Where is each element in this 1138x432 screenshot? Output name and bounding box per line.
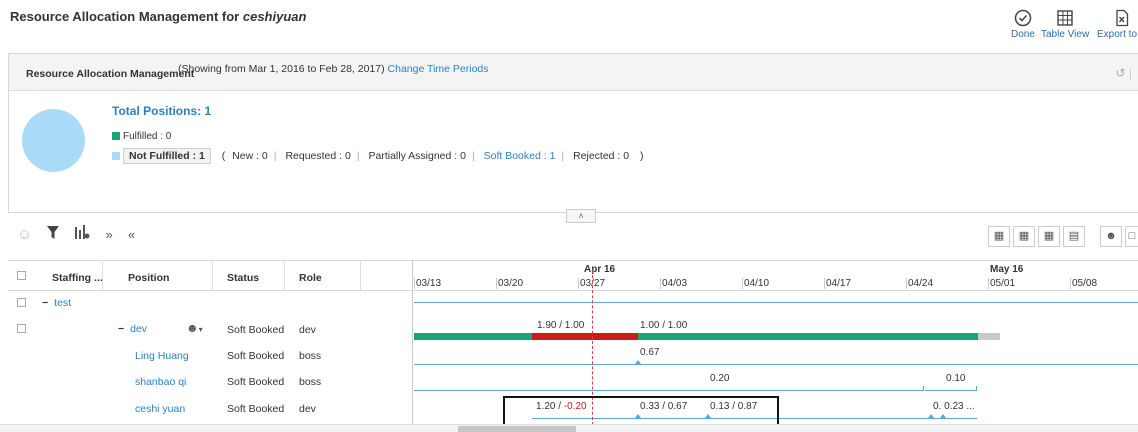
- add-resource-icon[interactable]: ☻▾: [186, 321, 203, 335]
- role-cell: boss: [299, 376, 322, 388]
- resource-name[interactable]: shanbao qi: [135, 376, 186, 388]
- table-view-label: Table View: [1041, 29, 1090, 40]
- sort-icon[interactable]: [74, 225, 90, 244]
- week-label: 03/13: [414, 278, 442, 289]
- collapse-row-icon[interactable]: −: [118, 323, 124, 335]
- row-checkbox[interactable]: [17, 298, 26, 307]
- status-cell: Soft Booked: [227, 376, 285, 388]
- allocation-value: 0. 0.23 ...: [933, 401, 975, 412]
- allocation-bar-unfilled: [978, 333, 1000, 340]
- range-text: (Showing from Mar 1, 2016 to Feb 28, 201…: [178, 63, 385, 75]
- new-count: New : 0: [232, 150, 268, 162]
- fulfilled-swatch: [112, 132, 120, 141]
- row-checkbox[interactable]: [17, 324, 26, 333]
- title-prefix: Resource Allocation Management for: [10, 9, 240, 24]
- done-label: Done: [1011, 29, 1035, 40]
- not-fulfilled-swatch: [112, 152, 120, 161]
- quarter-view-icon[interactable]: ▦: [1013, 226, 1035, 247]
- not-fulfilled-legend: Not Fulfilled : 1 ( New : 0 | Requested :…: [112, 148, 644, 164]
- position-name[interactable]: dev: [130, 323, 147, 335]
- allocation-value: 1.00 / 1.00: [640, 320, 688, 331]
- role-cell: dev: [299, 403, 316, 415]
- export-label: Export to E: [1097, 29, 1138, 40]
- person-view-icon[interactable]: ☻: [1100, 226, 1122, 247]
- month-label: Apr 16: [584, 264, 616, 275]
- close-paren: ): [640, 150, 644, 162]
- panel-header: Resource Allocation Management (Showing …: [9, 54, 1138, 91]
- page-title: Resource Allocation Management for ceshi…: [10, 9, 306, 24]
- export-button[interactable]: Export to E: [1097, 9, 1138, 40]
- expand-all-icon[interactable]: »: [106, 227, 113, 242]
- resource-name[interactable]: Ling Huang: [135, 350, 189, 362]
- week-label: 05/01: [988, 278, 1016, 289]
- grid-toolbar: ☺ » «: [17, 225, 147, 244]
- role-cell: dev: [299, 324, 316, 336]
- allocation-value: 0.20: [710, 373, 730, 384]
- status-cell: Soft Booked: [227, 324, 285, 336]
- table-icon: [1041, 9, 1089, 27]
- position-name[interactable]: test: [54, 297, 71, 309]
- total-positions: Total Positions: 1: [112, 104, 212, 118]
- allocation-value: 0.10: [946, 373, 966, 384]
- status-cell: Soft Booked: [227, 403, 285, 415]
- panel-range: (Showing from Mar 1, 2016 to Feb 28, 201…: [178, 63, 489, 75]
- allocation-value: 0.67: [640, 347, 660, 358]
- allocation-bar-fulfilled: [638, 333, 978, 340]
- panel-title: Resource Allocation Management: [26, 68, 195, 80]
- refresh-icon[interactable]: ↺ |: [1115, 66, 1132, 80]
- summary-panel: Resource Allocation Management (Showing …: [8, 53, 1138, 213]
- positions-chart-circle: [22, 109, 85, 172]
- header-position[interactable]: Position: [128, 272, 169, 284]
- title-name: ceshiyuan: [242, 9, 307, 24]
- change-time-periods-link[interactable]: Change Time Periods: [388, 63, 489, 75]
- rejected-count: Rejected : 0: [573, 150, 630, 162]
- week-view-icon[interactable]: ▤: [1063, 226, 1085, 247]
- table-row[interactable]: − test: [42, 297, 71, 309]
- header-staffing[interactable]: Staffing ...: [52, 272, 103, 284]
- done-button[interactable]: Done: [1011, 9, 1035, 40]
- header-role[interactable]: Role: [299, 272, 322, 284]
- fulfilled-label: Fulfilled : 0: [123, 131, 172, 142]
- requested-count: Requested : 0: [285, 150, 351, 162]
- role-cell: boss: [299, 350, 322, 362]
- week-label: 03/20: [496, 278, 524, 289]
- calendar-view-icon[interactable]: □: [1125, 226, 1138, 247]
- allocation-bar-overallocated: [532, 333, 638, 340]
- partially-assigned-count: Partially Assigned : 0: [368, 150, 466, 162]
- table-row[interactable]: − dev: [118, 323, 147, 335]
- fulfilled-legend: Fulfilled : 0: [112, 131, 171, 142]
- export-excel-icon: [1097, 9, 1138, 27]
- year-view-icon[interactable]: ▦: [988, 226, 1010, 247]
- week-label: 04/24: [906, 278, 934, 289]
- week-label: 04/03: [660, 278, 688, 289]
- check-circle-icon: [1011, 9, 1035, 27]
- month-label: May 16: [990, 264, 1024, 275]
- week-label: 05/08: [1070, 278, 1098, 289]
- collapse-row-icon[interactable]: −: [42, 297, 48, 309]
- week-label: 04/17: [824, 278, 852, 289]
- resource-name[interactable]: ceshi yuan: [135, 403, 185, 415]
- open-paren: (: [221, 150, 226, 162]
- scrollbar-thumb[interactable]: [458, 426, 576, 432]
- select-all-checkbox[interactable]: [17, 271, 26, 280]
- soft-booked-link[interactable]: Soft Booked : 1: [484, 150, 556, 162]
- collapse-all-icon[interactable]: «: [128, 227, 135, 242]
- collapse-panel-button[interactable]: ˄: [566, 209, 596, 223]
- status-cell: Soft Booked: [227, 350, 285, 362]
- month-view-icon[interactable]: ▦: [1038, 226, 1060, 247]
- header-status[interactable]: Status: [227, 272, 259, 284]
- allocation-value: 1.90 / 1.00: [537, 320, 585, 331]
- filter-icon[interactable]: [47, 225, 60, 244]
- assign-resource-icon[interactable]: ☺: [17, 226, 32, 243]
- allocation-bar-fulfilled: [414, 333, 532, 340]
- not-fulfilled-button[interactable]: Not Fulfilled : 1: [123, 148, 211, 164]
- table-view-button[interactable]: Table View: [1041, 9, 1089, 40]
- week-label: 04/10: [742, 278, 770, 289]
